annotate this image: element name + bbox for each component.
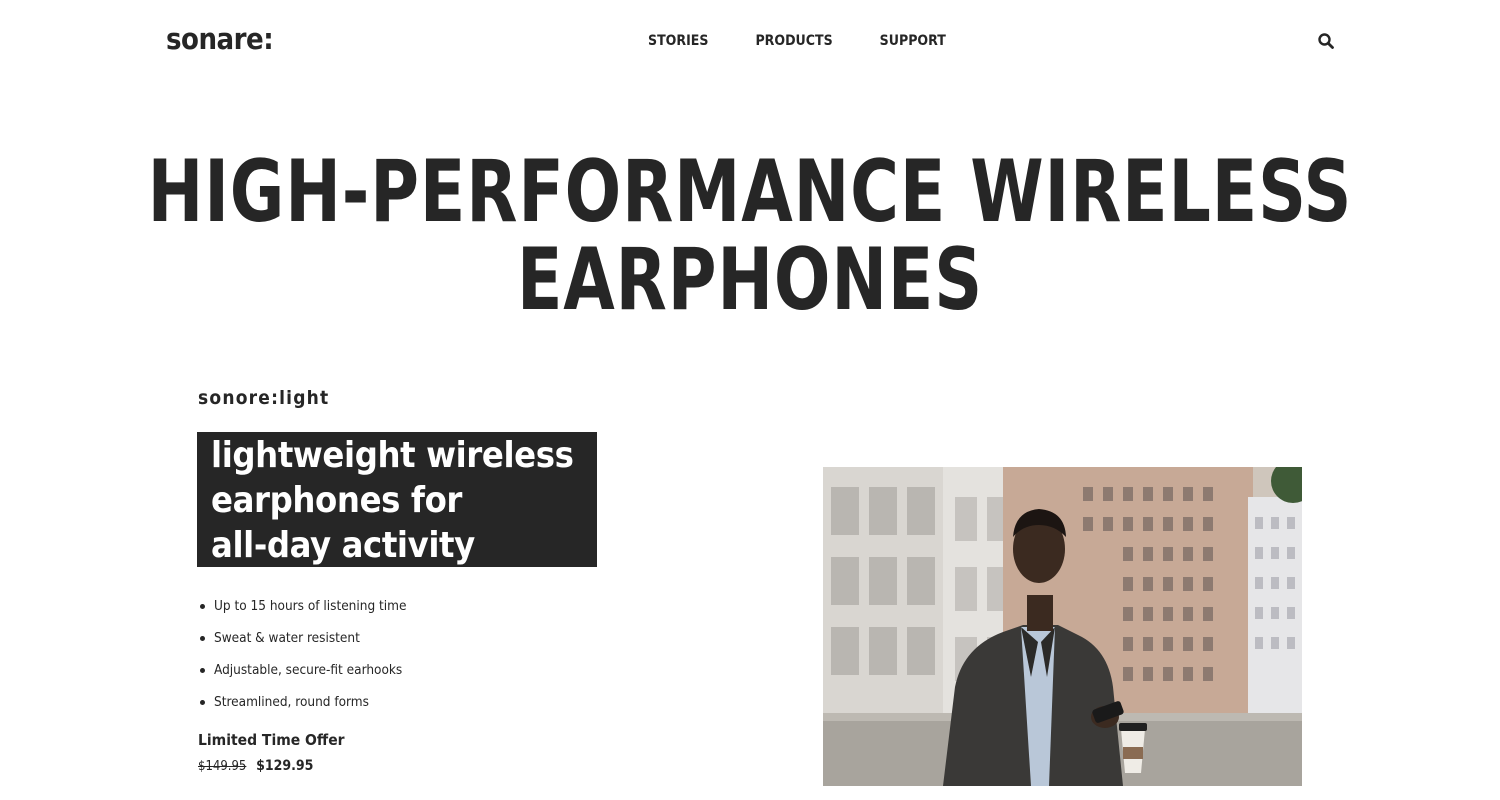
nav-item-support[interactable]: SUPPORT bbox=[880, 32, 946, 50]
search-icon[interactable] bbox=[1317, 32, 1335, 50]
hero-title: HIGH-PERFORMANCE WIRELESS EARPHONES bbox=[147, 142, 1353, 330]
price-block: $149.95 $129.95 bbox=[198, 757, 313, 776]
new-price: $129.95 bbox=[256, 758, 314, 774]
product-tagline: lightweight wireless earphones for all-d… bbox=[197, 432, 597, 567]
nav-item-stories[interactable]: STORIES bbox=[648, 32, 708, 50]
feature-item: Sweat & water resistent bbox=[199, 622, 406, 654]
product-lifestyle-photo bbox=[823, 467, 1302, 786]
feature-list: Up to 15 hours of listening time Sweat &… bbox=[198, 590, 406, 718]
tagline-line: lightweight wireless bbox=[204, 432, 574, 477]
site-header: sonare: STORIES PRODUCTS SUPPORT bbox=[0, 0, 1500, 82]
old-price: $149.95 bbox=[198, 759, 247, 774]
offer-label: Limited Time Offer bbox=[198, 731, 345, 749]
brand-logo[interactable]: sonare: bbox=[166, 22, 274, 56]
tagline-line: all-day activity bbox=[204, 522, 475, 567]
product-name: sonore:light bbox=[198, 387, 330, 409]
tagline-line: earphones for bbox=[204, 477, 462, 522]
feature-item: Streamlined, round forms bbox=[199, 686, 406, 718]
main-nav: STORIES PRODUCTS SUPPORT bbox=[648, 32, 946, 50]
feature-item: Up to 15 hours of listening time bbox=[199, 590, 406, 622]
feature-item: Adjustable, secure-fit earhooks bbox=[199, 654, 406, 686]
nav-item-products[interactable]: PRODUCTS bbox=[755, 32, 832, 50]
